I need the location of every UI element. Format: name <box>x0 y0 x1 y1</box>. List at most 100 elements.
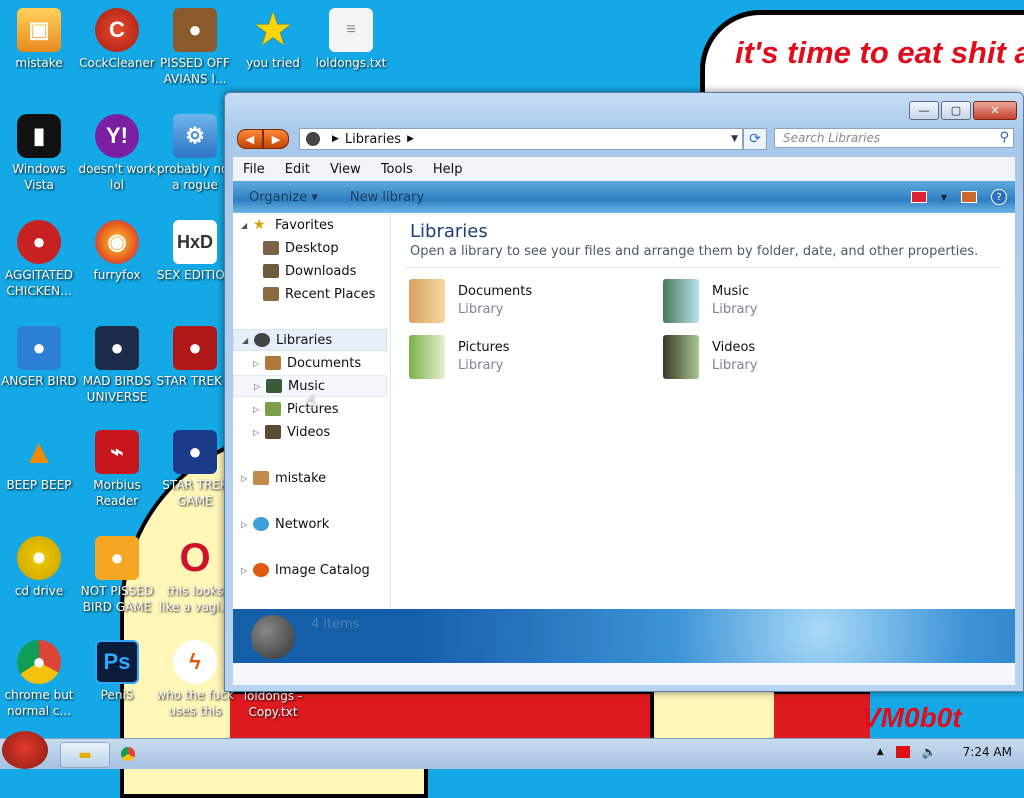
show-hidden-icons-icon[interactable]: ▲ <box>877 747 884 757</box>
desktop-icon-label: doesn't work lol <box>78 162 156 192</box>
libraries-orb-icon <box>251 615 295 659</box>
back-button[interactable]: ◀ <box>237 129 263 149</box>
desktop-folder-icon <box>263 241 279 255</box>
star-wars-bird-icon: ● <box>173 326 217 370</box>
close-button[interactable]: ✕ <box>973 101 1017 120</box>
page-subtitle: Open a library to see your files and arr… <box>410 244 979 259</box>
nav-documents[interactable]: ▷ Documents <box>253 352 361 374</box>
library-videos[interactable]: Videos Library <box>663 335 903 385</box>
menu-tools[interactable]: Tools <box>371 162 423 177</box>
help-icon[interactable]: ? <box>991 189 1007 205</box>
nav-desktop[interactable]: Desktop <box>263 237 339 259</box>
clock[interactable]: 7:24 AM <box>963 745 1012 759</box>
desktop-icon-who-uses-this[interactable]: ϟ who the fuck uses this <box>156 640 234 719</box>
nav-pictures[interactable]: ▷ Pictures <box>253 398 338 420</box>
photoshop-icon: Ps <box>95 640 139 684</box>
search-input[interactable]: Search Libraries ⚲ <box>774 128 1014 148</box>
nav-label: Downloads <box>285 263 357 279</box>
wallpaper-signature: VM0b0t <box>862 702 962 733</box>
menu-edit[interactable]: Edit <box>275 162 320 177</box>
desktop-icon-chrome[interactable]: ● chrome but normal c... <box>0 640 78 719</box>
taskbar-chrome-button[interactable] <box>104 742 152 766</box>
desktop-icon-windows-vista[interactable]: ▮ Windows Vista <box>0 114 78 193</box>
maximize-button[interactable]: ▢ <box>941 101 971 120</box>
view-dropdown-icon[interactable]: ▼ <box>941 193 947 202</box>
desktop-icon-label: Windows Vista <box>12 162 66 192</box>
nav-favorites[interactable]: ◢ ★ Favorites <box>241 214 334 236</box>
pdf-reader-icon: ⌁ <box>95 430 139 474</box>
desktop-icon-probably-not-a-rogue[interactable]: ⚙ probably not a rogue <box>156 114 234 193</box>
address-bar[interactable]: ▶ Libraries ▶ ▼ <box>299 128 743 150</box>
breadcrumb-arrow-icon[interactable]: ▶ <box>332 134 339 144</box>
desktop-icon-beep-beep[interactable]: ▲ BEEP BEEP <box>0 430 78 493</box>
expand-icon[interactable]: ▷ <box>241 566 253 575</box>
angry-birds-seasons-icon: ● <box>173 8 217 52</box>
nav-downloads[interactable]: Downloads <box>263 260 356 282</box>
address-dropdown-icon[interactable]: ▼ <box>731 134 738 144</box>
nav-recent-places[interactable]: Recent Places <box>263 283 375 305</box>
folder-icon: ▬ <box>78 747 92 763</box>
collapse-icon[interactable]: ◢ <box>241 221 253 230</box>
libraries-orb-icon <box>254 333 270 347</box>
library-music[interactable]: Music Library <box>663 279 903 329</box>
desktop-icon-mistake[interactable]: ▣ mistake <box>0 8 78 71</box>
desktop-icon-cd-drive[interactable]: cd drive <box>0 536 78 599</box>
search-icon[interactable]: ⚲ <box>999 130 1009 145</box>
nav-label: Desktop <box>285 240 339 256</box>
desktop-icon-sex-editior[interactable]: HxD SEX EDITIOR <box>156 220 234 283</box>
green-pig-icon: ● <box>95 536 139 580</box>
nav-mistake[interactable]: ▷ mistake <box>241 467 326 489</box>
breadcrumb-libraries[interactable]: Libraries <box>345 132 401 147</box>
new-library-button[interactable]: New library <box>334 190 440 205</box>
nav-image-catalog[interactable]: ▷ Image Catalog <box>241 559 370 581</box>
expand-icon[interactable]: ▷ <box>253 405 265 414</box>
desktop-icon-loldongs-txt[interactable]: ≡ loldongs.txt <box>312 8 390 71</box>
desktop-icon-furryfox[interactable]: ◉ furryfox <box>78 220 156 283</box>
desktop-icon-you-tried[interactable]: ★ you tried <box>234 8 312 71</box>
desktop-icon-penis[interactable]: Ps PeniS <box>78 640 156 703</box>
desktop-icon-mad-birds-universe[interactable]: ● MAD BIRDS UNIVERSE <box>78 326 156 405</box>
desktop-icon-not-pissed-bird-game[interactable]: ● NOT PISSED BIRD GAME <box>78 536 156 615</box>
minimize-button[interactable]: — <box>909 101 939 120</box>
library-name: Music <box>712 284 749 299</box>
refresh-button[interactable]: ⟳ <box>743 128 767 150</box>
action-center-icon[interactable] <box>895 746 910 758</box>
collapse-icon[interactable]: ◢ <box>242 336 254 345</box>
nav-videos[interactable]: ▷ Videos <box>253 421 330 443</box>
desktop-icon-cockcleaner[interactable]: C CockCleaner <box>78 8 156 71</box>
explorer-window[interactable]: — ▢ ✕ ◀ ▶ ▶ Libraries ▶ ▼ ⟳ Search Libra… <box>224 92 1024 692</box>
desktop-icon-star-trek-3[interactable]: ● STAR TREK 3 <box>156 326 234 389</box>
expand-icon[interactable]: ▷ <box>253 428 265 437</box>
desktop-icon-star-trek-game[interactable]: ● STAR TREK GAME <box>156 430 234 509</box>
forward-button[interactable]: ▶ <box>263 129 289 149</box>
library-documents[interactable]: Documents Library <box>409 279 649 329</box>
desktop-icon-label: CockCleaner <box>79 56 155 70</box>
desktop-icon-pissed-off-avians[interactable]: ● PISSED OFF AVIANS I... <box>156 8 234 87</box>
desktop-icon-this-looks-like[interactable]: O this looks like a vagi... <box>156 536 234 615</box>
expand-icon[interactable]: ▷ <box>253 359 265 368</box>
desktop-icon-morbius-reader[interactable]: ⌁ Morbius Reader <box>78 430 156 509</box>
menu-view[interactable]: View <box>320 162 371 177</box>
desktop-icon-loldongs-copy[interactable]: loldongs - Copy.txt <box>234 688 312 720</box>
library-type: Library <box>458 358 504 373</box>
organize-button[interactable]: Organize ▾ <box>233 190 334 205</box>
nav-libraries[interactable]: ◢ Libraries <box>233 329 387 351</box>
taskbar-explorer-button[interactable]: ▬ <box>60 742 110 768</box>
library-pictures[interactable]: Pictures Library <box>409 335 649 385</box>
menu-help[interactable]: Help <box>423 162 473 177</box>
expand-icon[interactable]: ▷ <box>241 474 253 483</box>
desktop-icon-aggitated-chicken[interactable]: ● AGGITATED CHICKEN... <box>0 220 78 299</box>
expand-icon[interactable]: ▷ <box>241 520 253 529</box>
desktop-icon-anger-bird[interactable]: ● ANGER BIRD <box>0 326 78 389</box>
library-type: Library <box>458 302 504 317</box>
volume-icon[interactable]: 🔈 <box>922 745 937 759</box>
preview-pane-icon[interactable] <box>961 191 977 203</box>
desktop-icon-doesnt-work[interactable]: Y! doesn't work lol <box>78 114 156 193</box>
desktop-icon-label: probably not a rogue <box>156 162 234 192</box>
breadcrumb-arrow-icon[interactable]: ▶ <box>407 134 414 144</box>
menu-file[interactable]: File <box>233 162 275 177</box>
start-button[interactable] <box>2 731 48 769</box>
nav-network[interactable]: ▷ Network <box>241 513 329 535</box>
change-view-icon[interactable] <box>910 191 927 203</box>
expand-icon[interactable]: ▷ <box>254 382 266 391</box>
